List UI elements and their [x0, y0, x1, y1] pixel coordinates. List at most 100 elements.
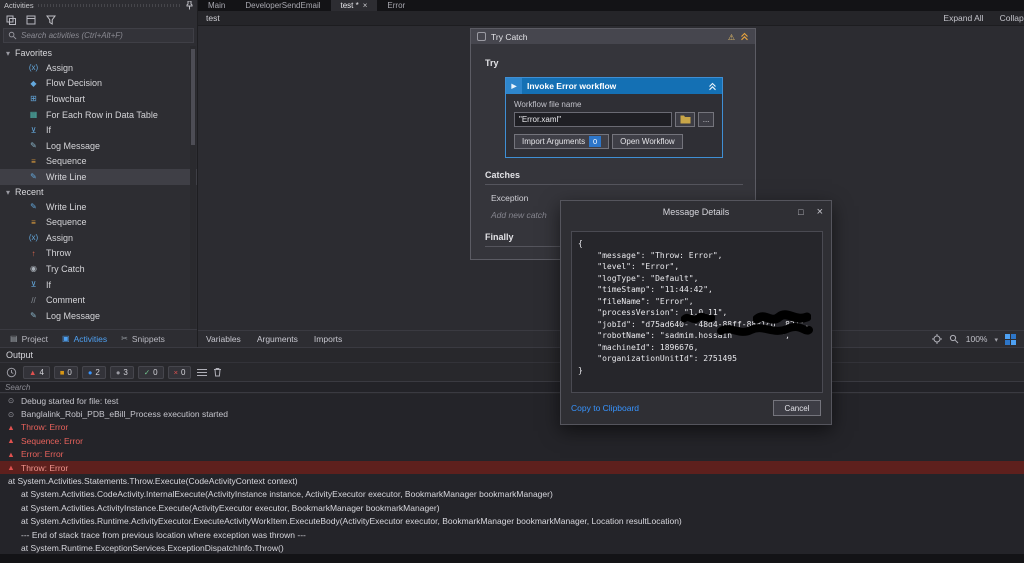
log-row[interactable]: --- End of stack trace from previous loc… — [0, 528, 1024, 541]
invoke-workflow-header[interactable]: Invoke Error workflow — [506, 78, 722, 94]
log-row[interactable]: ⊙ Banglalink_Robi_PDB_eBill_Process exec… — [0, 407, 1024, 420]
panel-drag-handle[interactable] — [37, 4, 182, 7]
activity-item[interactable]: ⊞ Flowchart — [0, 91, 197, 107]
pin-icon[interactable] — [186, 1, 193, 10]
zoom-level[interactable]: 100% — [966, 334, 988, 344]
log-row[interactable]: ▲ Error: Error — [0, 448, 1024, 461]
browse-ellipsis-button[interactable]: ... — [698, 112, 714, 127]
warnings-icon: ■ — [59, 367, 65, 377]
output-filter-toggle[interactable]: ● 2 — [81, 365, 106, 379]
output-search-placeholder: Search — [5, 382, 31, 392]
open-workflow-button[interactable]: Open Workflow — [612, 134, 683, 149]
activity-item[interactable]: ▦ For Each Row in Data Table — [0, 107, 197, 123]
try-catch-icon: ◉ — [30, 264, 37, 274]
activity-item[interactable]: // Comment — [0, 292, 197, 308]
output-filter-toggle[interactable]: ■ 0 — [53, 365, 78, 379]
maximize-icon[interactable] — [798, 207, 803, 217]
assign-icon: (x) — [28, 233, 39, 243]
activity-item[interactable]: ⊻ If — [0, 277, 197, 293]
zoom-icon[interactable] — [949, 334, 959, 344]
message-json-text[interactable]: { "message": "Throw: Error", "level": "E… — [571, 231, 823, 393]
sidebar-bottom-tab[interactable]: ▣ Activities — [56, 330, 113, 347]
workflow-file-input[interactable]: "Error.xaml" — [514, 112, 673, 127]
locate-icon[interactable] — [931, 334, 942, 344]
browse-folder-button[interactable] — [675, 112, 696, 127]
log-row[interactable]: ▲ Sequence: Error — [0, 434, 1024, 447]
output-filter-toggle[interactable]: ● 3 — [109, 365, 134, 379]
log-row[interactable]: at System.Runtime.ExceptionServices.Exce… — [0, 541, 1024, 554]
log-row[interactable]: ⊙ Debug started for file: test — [0, 394, 1024, 407]
sidebar-bottom-tab[interactable]: ✂ Snippets — [115, 330, 171, 347]
if-icon: ⊻ — [30, 125, 37, 135]
document-tab[interactable]: DeveloperSendEmail — [235, 0, 330, 11]
activity-item[interactable]: ≡ Sequence — [0, 154, 197, 170]
activity-item[interactable]: ✎ Write Line — [0, 169, 197, 185]
expand-all-button[interactable]: Expand All — [943, 13, 983, 23]
log-row[interactable]: ▲ Throw: Error — [0, 421, 1024, 434]
log-row[interactable]: at System.Activities.Runtime.ActivityExe… — [0, 515, 1024, 528]
dock-panel-icon[interactable] — [26, 15, 36, 25]
tree-group-favorites[interactable]: Favorites — [0, 46, 197, 60]
collapse-all-button[interactable]: Collapse All — [1000, 13, 1024, 23]
activity-item[interactable]: ✎ Write Line — [0, 199, 197, 215]
invoke-workflow-body: Workflow file name "Error.xaml" ... Impo… — [506, 94, 722, 157]
recent-list: ✎ Write Line ≡ Sequence (x) Assign ↑ Thr… — [0, 199, 197, 324]
output-toolbar: ▲ 4 ■ 0 ● 2 ● 3 ✓ 0 × 0 — [0, 362, 1024, 381]
close-icon[interactable] — [363, 1, 368, 10]
timer-icon[interactable] — [6, 367, 17, 378]
output-filter-toggle[interactable]: × 0 — [167, 365, 192, 379]
collapse-chevrons-icon[interactable] — [740, 32, 749, 41]
collapse-chevrons-icon[interactable] — [708, 82, 717, 91]
output-filter-toggle[interactable]: ✓ 0 — [137, 365, 164, 379]
expand-panels-icon[interactable] — [6, 15, 16, 25]
cancel-button[interactable]: Cancel — [773, 400, 821, 416]
import-arguments-button[interactable]: Import Arguments 0 — [514, 134, 610, 149]
clock-icon: ⊙ — [7, 409, 15, 419]
invoke-workflow-activity[interactable]: Invoke Error workflow Workflow file name… — [505, 77, 723, 158]
log-row[interactable]: ▲ Throw: Error — [0, 460, 1024, 475]
log-row[interactable]: at System.Activities.ActivityInstance.Ex… — [0, 501, 1024, 514]
scrollbar-thumb[interactable] — [191, 49, 195, 145]
activity-item[interactable]: ✎ Log Message — [0, 138, 197, 154]
favorites-list: (x) Assign ◆ Flow Decision ⊞ Flowchart ▦… — [0, 60, 197, 185]
output-filter-toggle[interactable]: ▲ 4 — [23, 365, 50, 379]
document-tab[interactable]: test * — [330, 0, 378, 11]
copy-to-clipboard-link[interactable]: Copy to Clipboard — [571, 403, 639, 413]
panel-tab[interactable]: Arguments — [257, 334, 298, 344]
search-placeholder: Search activities (Ctrl+Alt+F) — [21, 31, 123, 40]
activity-item[interactable]: (x) Assign — [0, 230, 197, 246]
activity-item[interactable]: ◉ Try Catch — [0, 261, 197, 277]
filter-icon[interactable] — [46, 15, 56, 25]
activity-item[interactable]: (x) Assign — [0, 60, 197, 76]
trash-icon[interactable] — [213, 367, 222, 377]
chevron-down-icon[interactable] — [994, 334, 998, 344]
log-row[interactable]: at System.Activities.CodeActivity.Intern… — [0, 488, 1024, 501]
errors-icon: ▲ — [29, 367, 37, 377]
log-row[interactable]: at System.Activities.Statements.Throw.Ex… — [0, 474, 1024, 487]
if-icon: ⊻ — [30, 280, 37, 290]
output-search-input[interactable]: Search — [0, 381, 1024, 393]
minimap-icon[interactable] — [1005, 333, 1016, 345]
dialog-titlebar[interactable]: Message Details — [561, 201, 831, 223]
success-icon: ✓ — [143, 367, 151, 377]
trace-icon: ● — [115, 367, 121, 377]
list-view-icon[interactable] — [197, 368, 208, 377]
panel-tab[interactable]: Imports — [314, 334, 342, 344]
close-icon[interactable] — [817, 206, 823, 218]
panel-tab[interactable]: Variables — [206, 334, 241, 344]
try-catch-header[interactable]: Try Catch — [471, 29, 755, 44]
activity-item[interactable]: ⊻ If — [0, 122, 197, 138]
activity-item[interactable]: ◆ Flow Decision — [0, 76, 197, 92]
sidebar-bottom-tab[interactable]: ▤ Project — [4, 330, 54, 347]
sidebar-scrollbar[interactable] — [190, 46, 196, 329]
document-tab[interactable]: Main — [198, 0, 235, 11]
activity-item[interactable]: ✎ Log Message — [0, 308, 197, 324]
document-tab[interactable]: Error — [377, 0, 415, 11]
activity-item[interactable]: ↑ Throw — [0, 246, 197, 262]
breadcrumb[interactable]: test — [206, 13, 220, 23]
tree-group-recent[interactable]: Recent — [0, 185, 197, 199]
error-icon: ▲ — [7, 436, 15, 446]
document-tabstrip: Main DeveloperSendEmail test * Error — [198, 0, 1024, 11]
activity-item[interactable]: ≡ Sequence — [0, 214, 197, 230]
activities-search-input[interactable]: Search activities (Ctrl+Alt+F) — [3, 28, 194, 43]
